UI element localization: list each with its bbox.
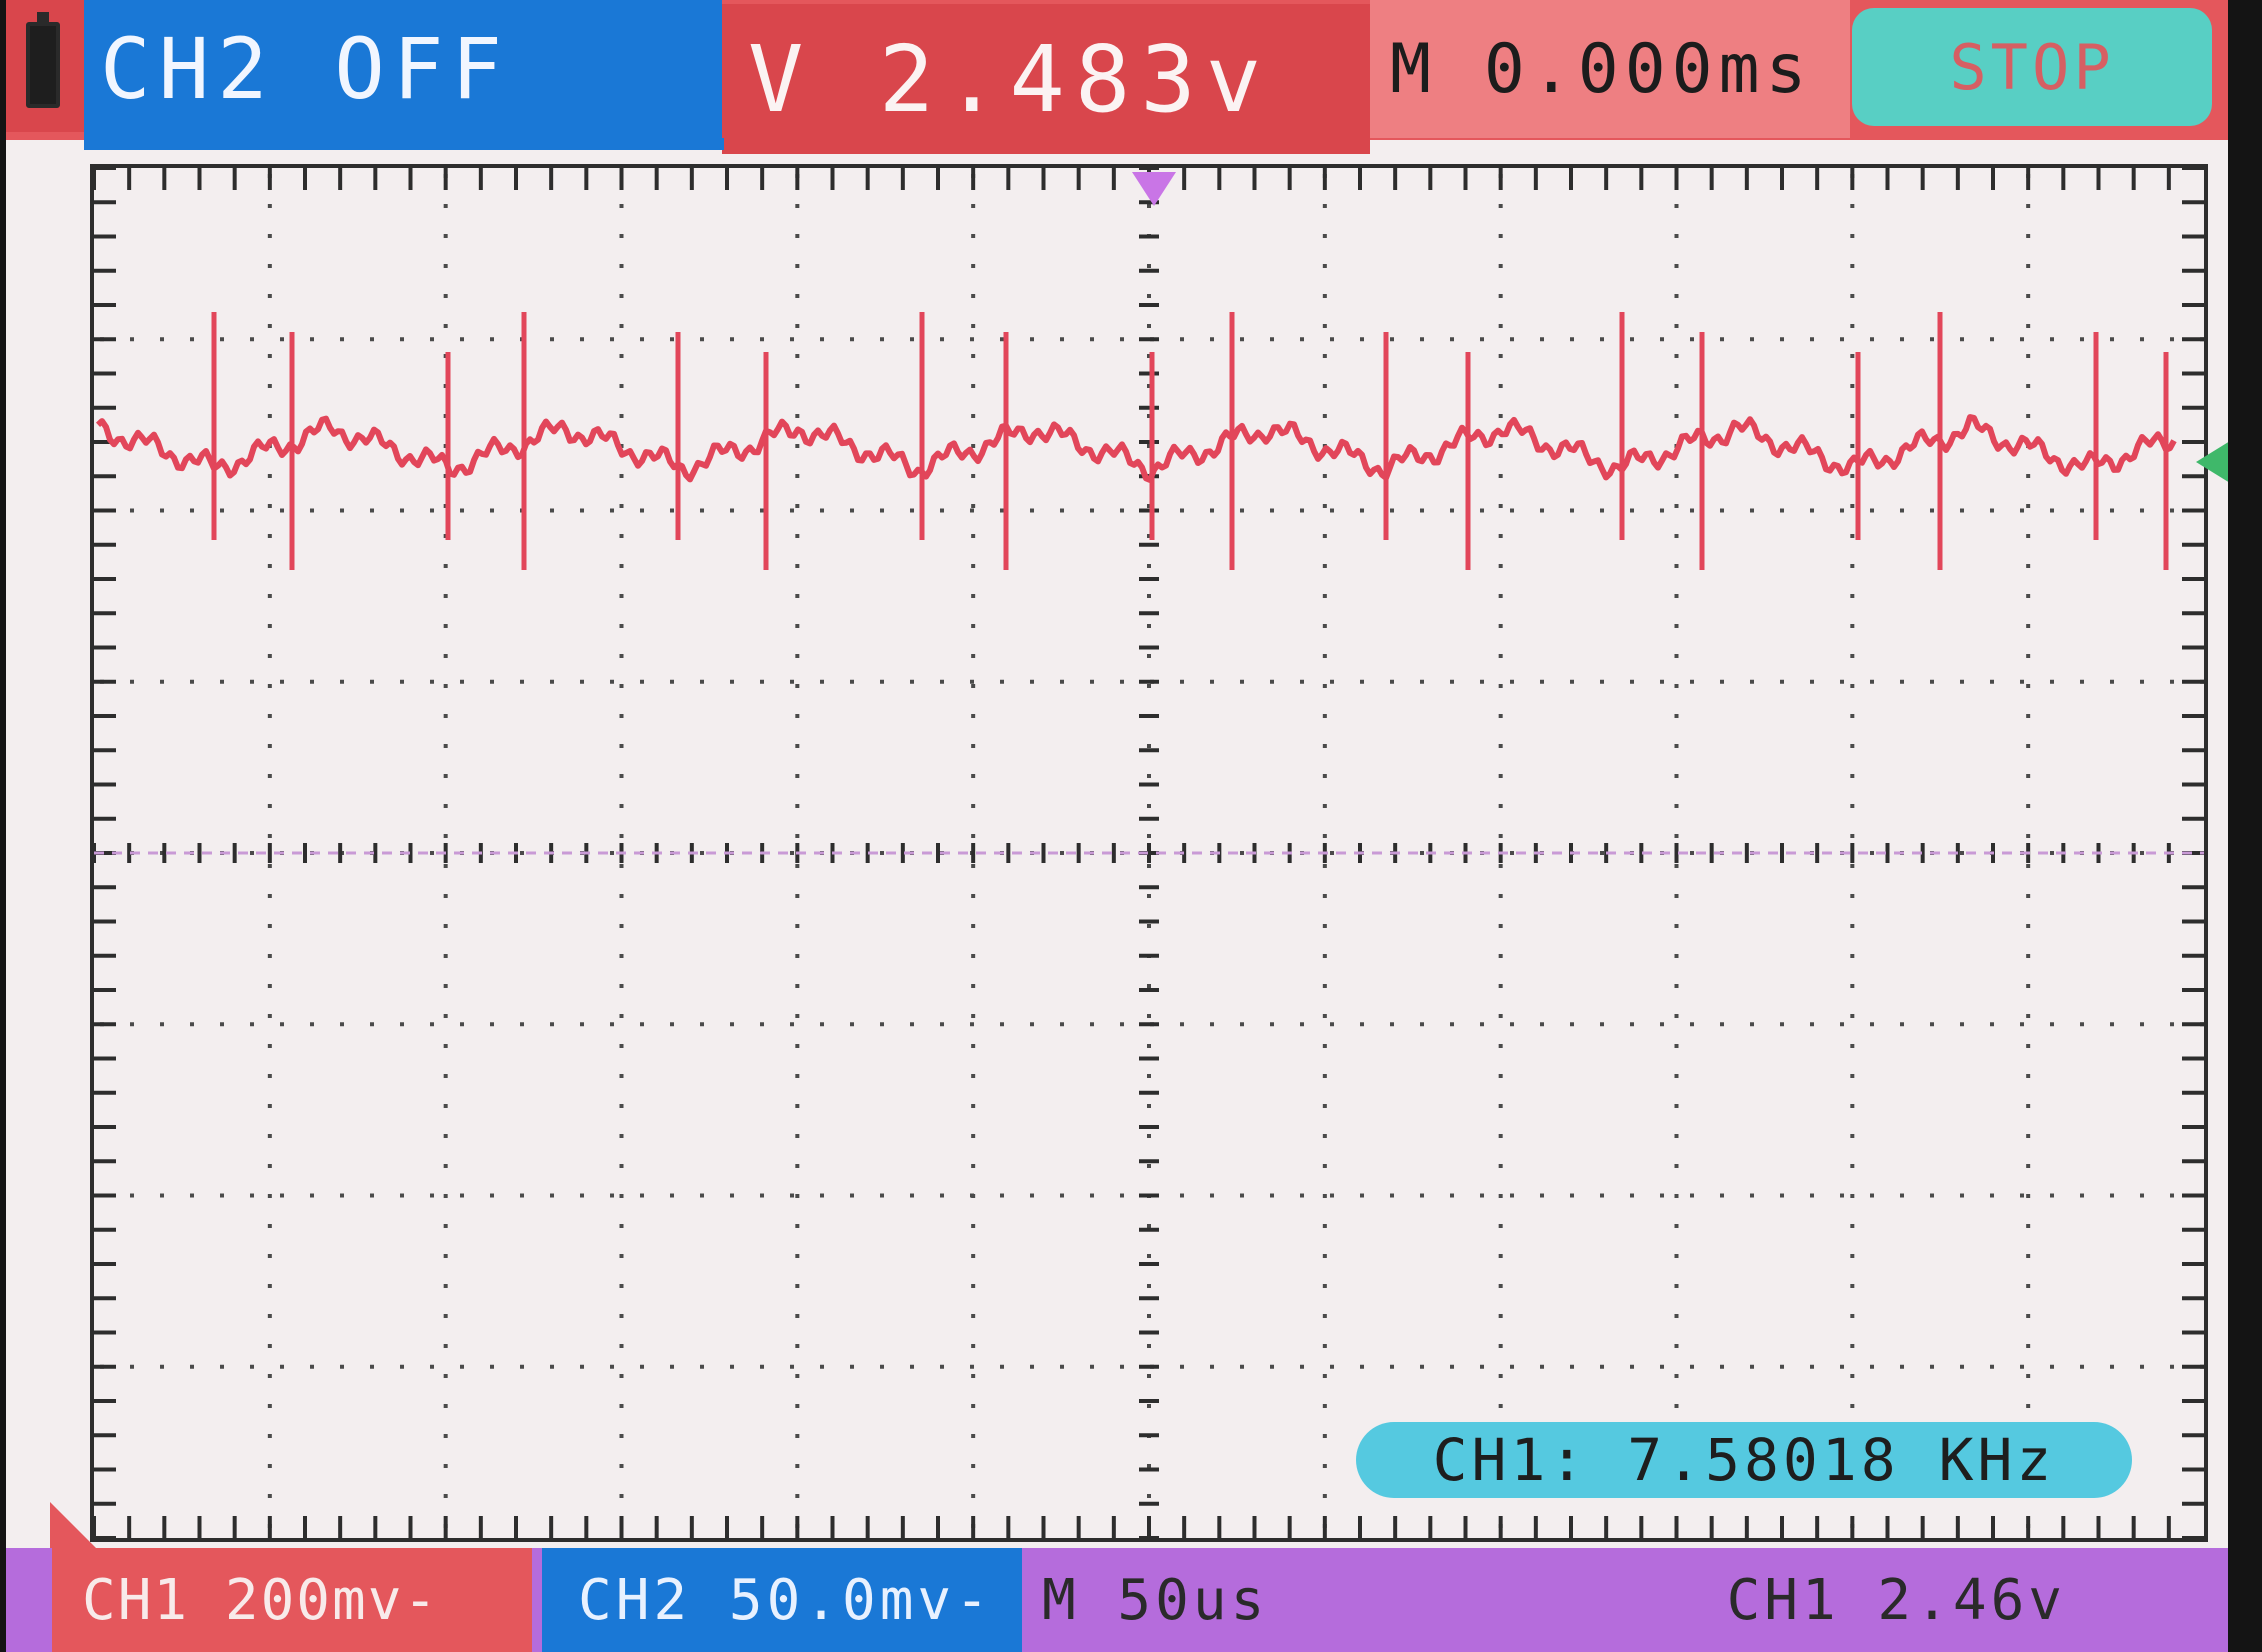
ch2-volts-per-div[interactable]: CH2 50.0mv-: [542, 1548, 1022, 1652]
waveform-display: [92, 166, 2204, 1540]
bottom-status-bar: CH1 200mv- CH2 50.0mv- M 50us CH1 2.46v: [6, 1548, 2228, 1652]
oscilloscope-screen: CH2 OFF V 2.483v M 0.000ms STOP CH1: 7.5…: [6, 0, 2228, 1652]
trigger-level-setting[interactable]: CH1 2.46v: [1706, 1548, 2226, 1652]
ch1-ground-level-marker[interactable]: [2196, 436, 2228, 488]
ch1-volts-per-div[interactable]: CH1 200mv-: [52, 1548, 532, 1652]
timebase-setting[interactable]: M 50us: [1028, 1548, 1548, 1652]
trigger-position-marker[interactable]: [1132, 172, 1176, 206]
ch1-trace-layer: [95, 312, 2177, 570]
grid-ticks: [92, 166, 2204, 1540]
frequency-measurement: CH1: 7.58018 KHz: [1356, 1422, 2132, 1498]
